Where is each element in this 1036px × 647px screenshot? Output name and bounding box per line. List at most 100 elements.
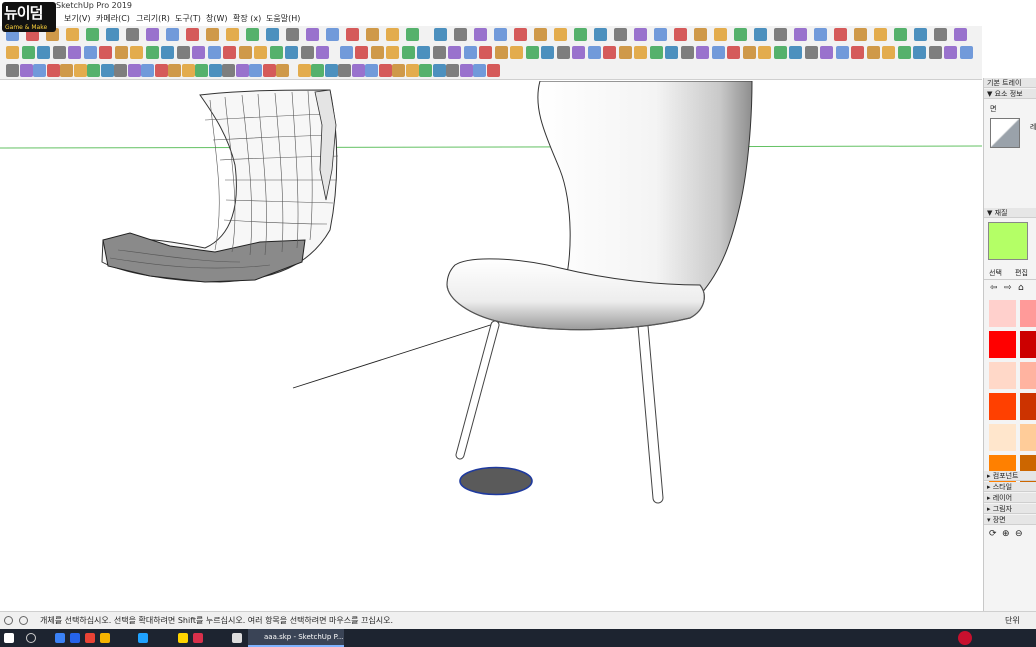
- toolbar-tool-button[interactable]: [83, 46, 97, 59]
- toolbar-tool-button[interactable]: [316, 46, 329, 59]
- toolbar-tool-button[interactable]: [126, 28, 139, 41]
- toolbar-tool-button[interactable]: [634, 28, 647, 41]
- toolbar-tool-button[interactable]: [223, 46, 236, 59]
- toolbar-tool-button[interactable]: [286, 28, 299, 41]
- search-icon[interactable]: [26, 633, 36, 643]
- toolbar-tool-button[interactable]: [727, 46, 740, 59]
- toolbar-tool-button[interactable]: [711, 46, 725, 59]
- menu-help[interactable]: 도움말(H): [266, 12, 300, 26]
- material-swatch[interactable]: [989, 424, 1016, 451]
- toolbar-tool-button[interactable]: [754, 28, 767, 41]
- toolbar-tool-button[interactable]: [246, 28, 259, 41]
- current-material-swatch[interactable]: [988, 222, 1028, 260]
- toolbar-tool-button[interactable]: [794, 28, 807, 41]
- folder-icon[interactable]: [100, 633, 110, 643]
- toolbar-tool-button[interactable]: [486, 64, 500, 77]
- taskbar-active-sketchup[interactable]: aaa.skp - SketchUp P...: [248, 629, 344, 647]
- toolbar-tool-button[interactable]: [494, 28, 507, 41]
- toolbar-tool-button[interactable]: [758, 46, 771, 59]
- toolbar-tool-button[interactable]: [52, 46, 66, 59]
- toolbar-tool-button[interactable]: [146, 28, 159, 41]
- selected-circle-face[interactable]: [459, 466, 533, 496]
- remove-scene-icon[interactable]: ⊖: [1015, 529, 1023, 539]
- refresh-icon[interactable]: ⟳: [989, 529, 997, 539]
- toolbar-tool-button[interactable]: [634, 46, 647, 59]
- toolbar-tool-button[interactable]: [100, 64, 114, 77]
- toolbar-tool-button[interactable]: [269, 46, 283, 59]
- toolbar-tool-button[interactable]: [195, 64, 208, 77]
- toolbar-tool-button[interactable]: [346, 28, 359, 41]
- toolbar-tool-button[interactable]: [351, 64, 365, 77]
- toolbar-tool-button[interactable]: [494, 46, 508, 59]
- back-arrow-icon[interactable]: ⇦: [990, 283, 998, 293]
- toolbar-tool-button[interactable]: [60, 64, 73, 77]
- toolbar-tool-button[interactable]: [804, 46, 818, 59]
- material-swatch[interactable]: [1020, 393, 1036, 420]
- toolbar-tool-button[interactable]: [820, 46, 833, 59]
- toolbar-tool-button[interactable]: [572, 46, 585, 59]
- toolbar-tool-button[interactable]: [285, 46, 298, 59]
- toolbar-tool-button[interactable]: [365, 64, 378, 77]
- toolbar-tool-button[interactable]: [734, 28, 747, 41]
- toolbar-tool-button[interactable]: [86, 28, 99, 41]
- toolbar-tool-button[interactable]: [432, 64, 446, 77]
- toolbar-tool-button[interactable]: [145, 46, 159, 59]
- toolbar-tool-button[interactable]: [525, 46, 539, 59]
- toolbar-tool-button[interactable]: [773, 46, 787, 59]
- toolbar-tool-button[interactable]: [106, 28, 119, 41]
- sketchup-icon[interactable]: [193, 633, 203, 643]
- toolbar-tool-button[interactable]: [186, 28, 199, 41]
- toolbar-tool-button[interactable]: [181, 64, 195, 77]
- toolbar-tool-button[interactable]: [66, 28, 79, 41]
- toolbar-tool-button[interactable]: [249, 64, 262, 77]
- toolbar-tool-button[interactable]: [959, 46, 973, 59]
- menu-window[interactable]: 창(W): [206, 12, 228, 26]
- toolbar-tool-button[interactable]: [87, 64, 100, 77]
- menu-camera[interactable]: 카메라(C): [96, 12, 130, 26]
- toolbar-tool-button[interactable]: [587, 46, 601, 59]
- toolbar-tool-button[interactable]: [46, 64, 60, 77]
- toolbar-tool-button[interactable]: [226, 28, 239, 41]
- toolbar-tool-button[interactable]: [19, 64, 33, 77]
- taskbar-app-icon-1[interactable]: [55, 633, 65, 643]
- home-icon[interactable]: ⌂: [1018, 283, 1024, 293]
- toolbar-tool-button[interactable]: [866, 46, 880, 59]
- toolbar-tool-button[interactable]: [534, 28, 547, 41]
- toolbar-tool-button[interactable]: [21, 46, 35, 59]
- toolbar-tool-button[interactable]: [130, 46, 143, 59]
- toolbar-tool-button[interactable]: [944, 46, 957, 59]
- toolbar-tool-button[interactable]: [834, 28, 847, 41]
- toolbar-tool-button[interactable]: [338, 64, 351, 77]
- material-swatch[interactable]: [1020, 300, 1036, 327]
- toolbar-tool-button[interactable]: [355, 46, 368, 59]
- credit-icon[interactable]: [19, 616, 28, 625]
- toolbar-tool-button[interactable]: [206, 28, 219, 41]
- toolbar-tool-button[interactable]: [459, 64, 473, 77]
- toolbar-tool-button[interactable]: [680, 46, 694, 59]
- toolbar-tool-button[interactable]: [300, 46, 314, 59]
- toolbar-tool-button[interactable]: [238, 46, 252, 59]
- material-swatch[interactable]: [1020, 331, 1036, 358]
- toolbar-tool-button[interactable]: [154, 64, 168, 77]
- entity-info-header[interactable]: ▼ 요소 정보: [984, 89, 1036, 99]
- recording-icon[interactable]: [958, 631, 972, 645]
- toolbar-tool-button[interactable]: [417, 46, 430, 59]
- toolbar-tool-button[interactable]: [306, 28, 319, 41]
- toolbar-tool-button[interactable]: [176, 46, 190, 59]
- toolbar-tool-button[interactable]: [603, 46, 616, 59]
- toolbar-tool-button[interactable]: [914, 28, 927, 41]
- toolbar-tool-button[interactable]: [392, 64, 405, 77]
- toolbar-tool-button[interactable]: [814, 28, 827, 41]
- toolbar-tool-button[interactable]: [448, 46, 461, 59]
- calculator-icon[interactable]: [232, 633, 242, 643]
- toolbar-tool-button[interactable]: [594, 28, 607, 41]
- toolbar-tool-button[interactable]: [419, 64, 432, 77]
- panel-styles[interactable]: ▸ 스타일: [984, 482, 1036, 492]
- toolbar-tool-button[interactable]: [665, 46, 678, 59]
- materials-header[interactable]: ▼ 재질: [984, 208, 1036, 218]
- toolbar-tool-button[interactable]: [166, 28, 179, 41]
- toolbar-tool-button[interactable]: [510, 46, 523, 59]
- toolbar-tool-button[interactable]: [479, 46, 492, 59]
- toolbar-tool-button[interactable]: [406, 28, 419, 41]
- panel-shadows[interactable]: ▸ 그림자: [984, 504, 1036, 514]
